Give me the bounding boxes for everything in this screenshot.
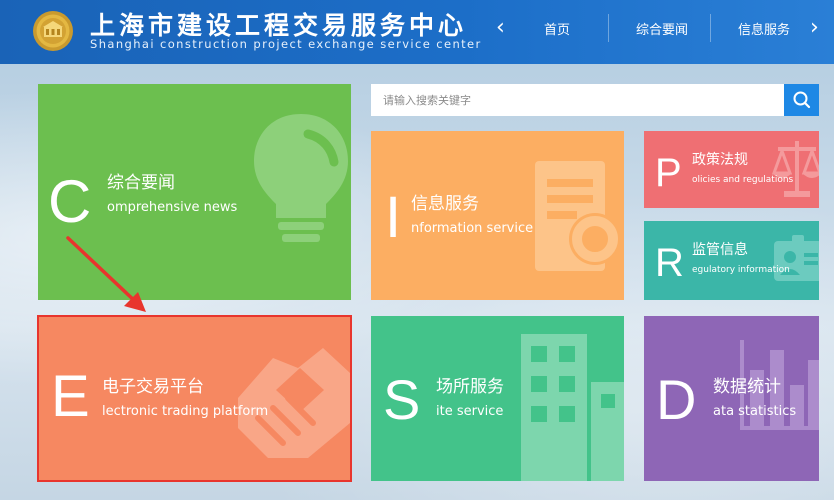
tile-policies-regulations[interactable]: P 政策法规 olicies and regulations [644,131,819,208]
search-button[interactable] [784,84,819,116]
tile-title: 电子交易平台 [102,377,204,397]
site-subtitle: Shanghai construction project exchange s… [90,37,482,51]
nav-divider [608,14,609,42]
tile-letter: P [655,151,682,195]
tile-title: 场所服务 [436,377,504,397]
tile-site-service[interactable]: S 场所服务 ite service [371,316,624,481]
scales-icon [772,141,819,197]
document-search-icon [535,161,621,271]
handshake-icon [238,348,350,458]
tile-subtitle: ite service [436,404,504,419]
tile-letter: S [383,368,421,431]
tile-subtitle: lectronic trading platform [102,404,269,419]
tile-title: 信息服务 [411,194,479,214]
search-icon [793,91,811,109]
nav-prev-arrow-icon[interactable]: ‹ [496,17,505,39]
tile-letter: D [656,368,697,431]
tile-subtitle: omprehensive news [107,200,238,215]
tile-information-service[interactable]: I 信息服务 nformation service [371,131,624,300]
nav-item-news[interactable]: 综合要闻 [636,19,688,38]
tile-data-statistics[interactable]: D 数据统计 ata statistics [644,316,819,481]
nav-item-info-service[interactable]: 信息服务 [738,19,790,38]
tile-subtitle: olicies and regulations [692,175,794,185]
nav-next-arrow-icon[interactable]: › [810,17,819,39]
nav-item-home[interactable]: 首页 [544,19,570,38]
tile-subtitle: nformation service [411,221,534,236]
tile-title: 政策法规 [692,152,748,168]
search-input[interactable] [371,84,784,116]
tile-title: 监管信息 [692,242,748,258]
id-card-icon [774,235,819,281]
annotation-arrow-icon [66,236,146,312]
tile-subtitle: ata statistics [713,404,797,419]
tile-letter: C [48,168,92,235]
tile-letter: E [51,364,90,429]
lightbulb-icon [254,114,348,242]
tile-subtitle: egulatory information [692,265,790,275]
tile-letter: I [385,185,402,250]
tile-electronic-trading-platform[interactable]: E 电子交易平台 lectronic trading platform [37,315,352,482]
site-header: 上海市建设工程交易服务中心 Shanghai construction proj… [0,0,834,64]
tile-title: 数据统计 [713,377,781,397]
nav-divider [710,14,711,42]
site-logo-icon[interactable] [32,10,74,52]
tile-title: 综合要闻 [107,173,175,193]
tile-letter: R [655,241,684,285]
tile-regulatory-information[interactable]: R 监管信息 egulatory information [644,221,819,300]
building-icon [521,334,624,481]
